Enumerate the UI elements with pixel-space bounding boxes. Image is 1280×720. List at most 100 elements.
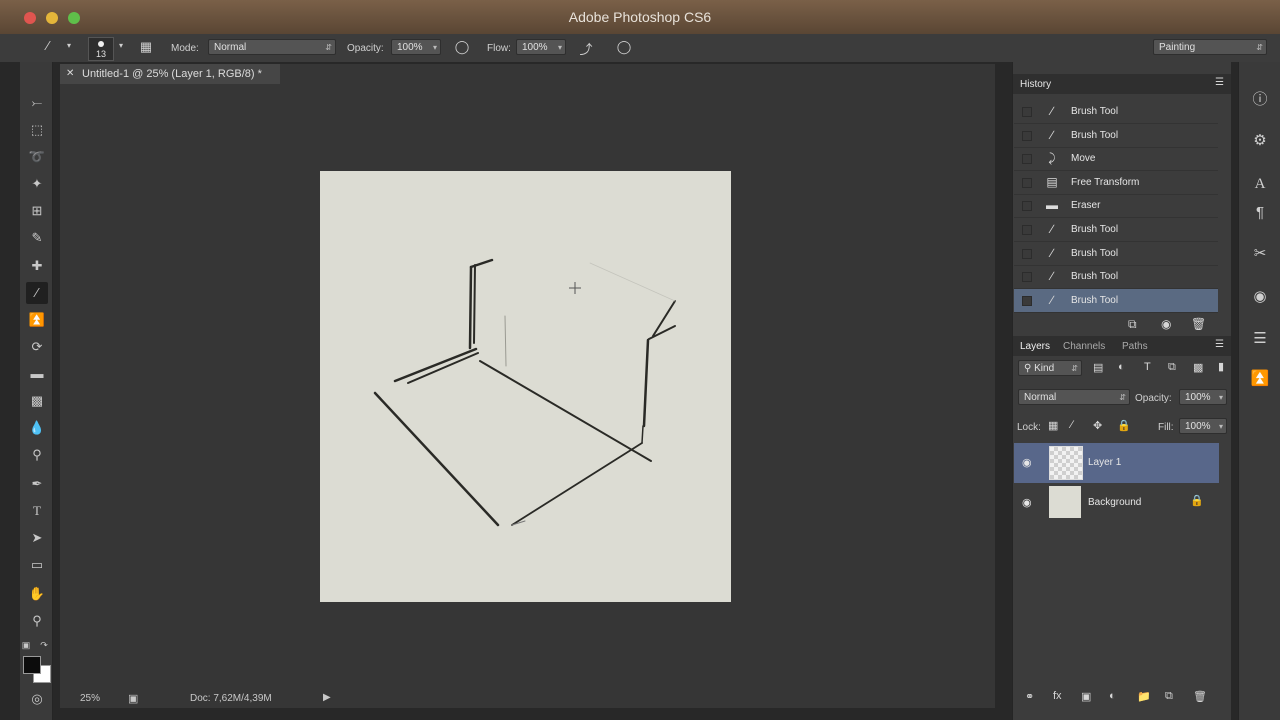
new-group-icon[interactable]: 📁 bbox=[1137, 690, 1151, 703]
history-source-checkbox[interactable] bbox=[1022, 107, 1032, 117]
quick-mask-icon[interactable]: ◎ bbox=[26, 688, 48, 710]
lasso-tool-icon[interactable]: ➰ bbox=[26, 146, 48, 168]
history-source-checkbox[interactable] bbox=[1022, 177, 1032, 188]
filter-smart-object-icon[interactable]: ▩ bbox=[1193, 361, 1203, 374]
history-item[interactable]: ∕ Brush Tool bbox=[1014, 242, 1218, 266]
workspace-select[interactable]: Painting ⇵ bbox=[1153, 39, 1267, 55]
status-menu-arrow-icon[interactable]: ▶ bbox=[323, 692, 331, 703]
delete-layer-icon[interactable]: 🗑 bbox=[1193, 690, 1207, 703]
add-mask-icon[interactable]: ▣ bbox=[1081, 690, 1091, 703]
zoom-level[interactable]: 25% bbox=[80, 693, 100, 704]
tab-channels[interactable]: Channels bbox=[1063, 341, 1105, 352]
history-source-checkbox[interactable] bbox=[1022, 201, 1032, 212]
history-item[interactable]: ∕ Brush Tool bbox=[1014, 265, 1218, 290]
layer-blend-mode-select[interactable]: Normal ⇵ bbox=[1018, 389, 1130, 405]
eyedropper-tool-icon[interactable]: ✎ bbox=[26, 227, 48, 249]
hand-tool-icon[interactable]: ✋ bbox=[26, 583, 48, 605]
layer-fill-input[interactable]: 100% ▾ bbox=[1179, 418, 1227, 434]
gradient-tool-icon[interactable]: ▩ bbox=[26, 390, 48, 412]
zoom-tool-icon[interactable]: ⚲ bbox=[26, 610, 48, 632]
history-item[interactable]: ▬ Eraser bbox=[1014, 194, 1218, 219]
airbrush-icon[interactable]: ⤴ bbox=[576, 39, 596, 58]
history-tab[interactable]: History bbox=[1020, 79, 1051, 90]
preset-dropdown-arrow-icon[interactable]: ▾ bbox=[64, 41, 74, 50]
history-item[interactable]: ∕ Brush Tool bbox=[1014, 100, 1218, 124]
brush-tool-preset-icon[interactable]: ∕ bbox=[36, 38, 60, 53]
brush-panel-toggle-icon[interactable]: ▦ bbox=[136, 39, 156, 55]
eraser-tool-icon[interactable]: ▬ bbox=[26, 363, 48, 385]
layer-style-icon[interactable]: fx bbox=[1053, 690, 1062, 702]
info-panel-icon[interactable]: ⓘ bbox=[1249, 89, 1271, 111]
character-panel-icon[interactable]: A bbox=[1249, 173, 1271, 195]
history-source-checkbox[interactable] bbox=[1022, 272, 1032, 283]
filter-type-icon[interactable]: T bbox=[1144, 361, 1151, 373]
healing-brush-tool-icon[interactable]: ✚ bbox=[26, 255, 48, 277]
mode-select[interactable]: Normal ⇵ bbox=[208, 39, 336, 55]
delete-state-icon[interactable]: 🗑 bbox=[1191, 317, 1206, 331]
visibility-eye-icon[interactable]: ◉ bbox=[1022, 456, 1032, 469]
type-tool-icon[interactable]: T bbox=[26, 500, 48, 522]
rectangle-tool-icon[interactable]: ▭ bbox=[26, 554, 48, 576]
panel-menu-icon[interactable]: ☰ bbox=[1215, 339, 1224, 350]
filter-pixel-icon[interactable]: ▤ bbox=[1093, 361, 1103, 374]
libraries-icon[interactable]: ◉ bbox=[1249, 286, 1271, 308]
status-info-icon[interactable]: ▣ bbox=[128, 692, 138, 705]
close-document-icon[interactable]: ✕ bbox=[66, 64, 74, 84]
lock-position-icon[interactable]: ✥ bbox=[1093, 419, 1102, 432]
history-item[interactable]: ▤ Free Transform bbox=[1014, 171, 1218, 195]
layer-row-background[interactable]: ◉ Background 🔒 bbox=[1014, 483, 1219, 523]
tablet-pressure-opacity-icon[interactable]: ◯ bbox=[452, 39, 472, 55]
history-item[interactable]: ∕ Brush Tool bbox=[1014, 124, 1218, 148]
paragraph-panel-icon[interactable]: ¶ bbox=[1249, 202, 1271, 224]
lock-transparent-pixels-icon[interactable]: ▦ bbox=[1048, 419, 1058, 432]
history-item[interactable]: ∕ Brush Tool bbox=[1014, 218, 1218, 242]
adjustments-icon[interactable]: ☰ bbox=[1249, 328, 1271, 350]
crop-tool-icon[interactable]: ⊞ bbox=[26, 200, 48, 222]
lock-image-pixels-icon[interactable]: ∕ bbox=[1071, 419, 1073, 431]
history-item[interactable]: ∕ Brush Tool bbox=[1014, 288, 1218, 313]
layer-opacity-input[interactable]: 100% ▾ bbox=[1179, 389, 1227, 405]
history-item[interactable]: ⤸ Move bbox=[1014, 147, 1218, 172]
quick-selection-tool-icon[interactable]: ✦ bbox=[26, 173, 48, 195]
layer-filter-kind-select[interactable]: ⚲ Kind ⇵ bbox=[1018, 360, 1082, 376]
marquee-tool-icon[interactable]: ⬚ bbox=[26, 119, 48, 141]
clone-stamp-tool-icon[interactable]: ⏫ bbox=[26, 309, 48, 331]
pen-tool-icon[interactable]: ✒ bbox=[26, 473, 48, 495]
adjustment-layer-icon[interactable]: ◐ bbox=[1109, 690, 1116, 702]
brush-size-picker[interactable]: 13 bbox=[88, 37, 114, 61]
layer-row-layer-1[interactable]: ◉ Layer 1 bbox=[1014, 443, 1219, 483]
snapshot-icon[interactable]: ◉ bbox=[1161, 317, 1171, 331]
document-tab[interactable]: ✕ Untitled-1 @ 25% (Layer 1, RGB/8) * bbox=[60, 64, 280, 84]
filter-adjustment-icon[interactable]: ◐ bbox=[1118, 361, 1125, 373]
flow-input[interactable]: 100% ▾ bbox=[516, 39, 566, 55]
history-brush-tool-icon[interactable]: ⟳ bbox=[26, 336, 48, 358]
brush-tool-icon[interactable]: ∕ bbox=[26, 282, 48, 304]
foreground-color-swatch[interactable] bbox=[23, 656, 41, 674]
filter-shape-icon[interactable]: ⧉ bbox=[1168, 361, 1176, 374]
tab-paths[interactable]: Paths bbox=[1122, 341, 1148, 352]
filter-toggle-icon[interactable]: ▮ bbox=[1218, 360, 1224, 373]
new-document-from-state-icon[interactable]: ⧉ bbox=[1128, 317, 1137, 332]
history-source-checkbox[interactable] bbox=[1022, 154, 1032, 165]
history-source-checkbox[interactable] bbox=[1022, 295, 1032, 306]
brush-size-dropdown-arrow-icon[interactable]: ▾ bbox=[116, 41, 126, 50]
history-source-checkbox[interactable] bbox=[1022, 225, 1032, 235]
history-source-checkbox[interactable] bbox=[1022, 130, 1032, 141]
panel-menu-icon[interactable]: ☰ bbox=[1215, 77, 1224, 88]
default-colors-icon[interactable]: ▣ bbox=[20, 634, 32, 656]
opacity-input[interactable]: 100% ▾ bbox=[391, 39, 441, 55]
lock-all-icon[interactable]: 🔒 bbox=[1117, 419, 1131, 432]
clone-source-icon[interactable]: ⏫ bbox=[1249, 368, 1271, 390]
path-selection-tool-icon[interactable]: ➤ bbox=[26, 527, 48, 549]
canvas[interactable] bbox=[320, 171, 731, 602]
history-source-checkbox[interactable] bbox=[1022, 248, 1032, 259]
link-layers-icon[interactable]: ⚭ bbox=[1025, 690, 1034, 703]
visibility-eye-icon[interactable]: ◉ bbox=[1022, 496, 1032, 509]
dodge-tool-icon[interactable]: ⚲ bbox=[26, 444, 48, 466]
tab-layers[interactable]: Layers bbox=[1020, 341, 1050, 352]
tool-presets-icon[interactable]: ✂ bbox=[1249, 243, 1271, 265]
new-layer-icon[interactable]: ⧉ bbox=[1165, 690, 1173, 703]
tablet-pressure-size-icon[interactable]: ◯ bbox=[614, 39, 634, 55]
swap-colors-icon[interactable]: ↷ bbox=[38, 634, 50, 656]
move-tool-icon[interactable]: ⤚ bbox=[26, 92, 48, 114]
